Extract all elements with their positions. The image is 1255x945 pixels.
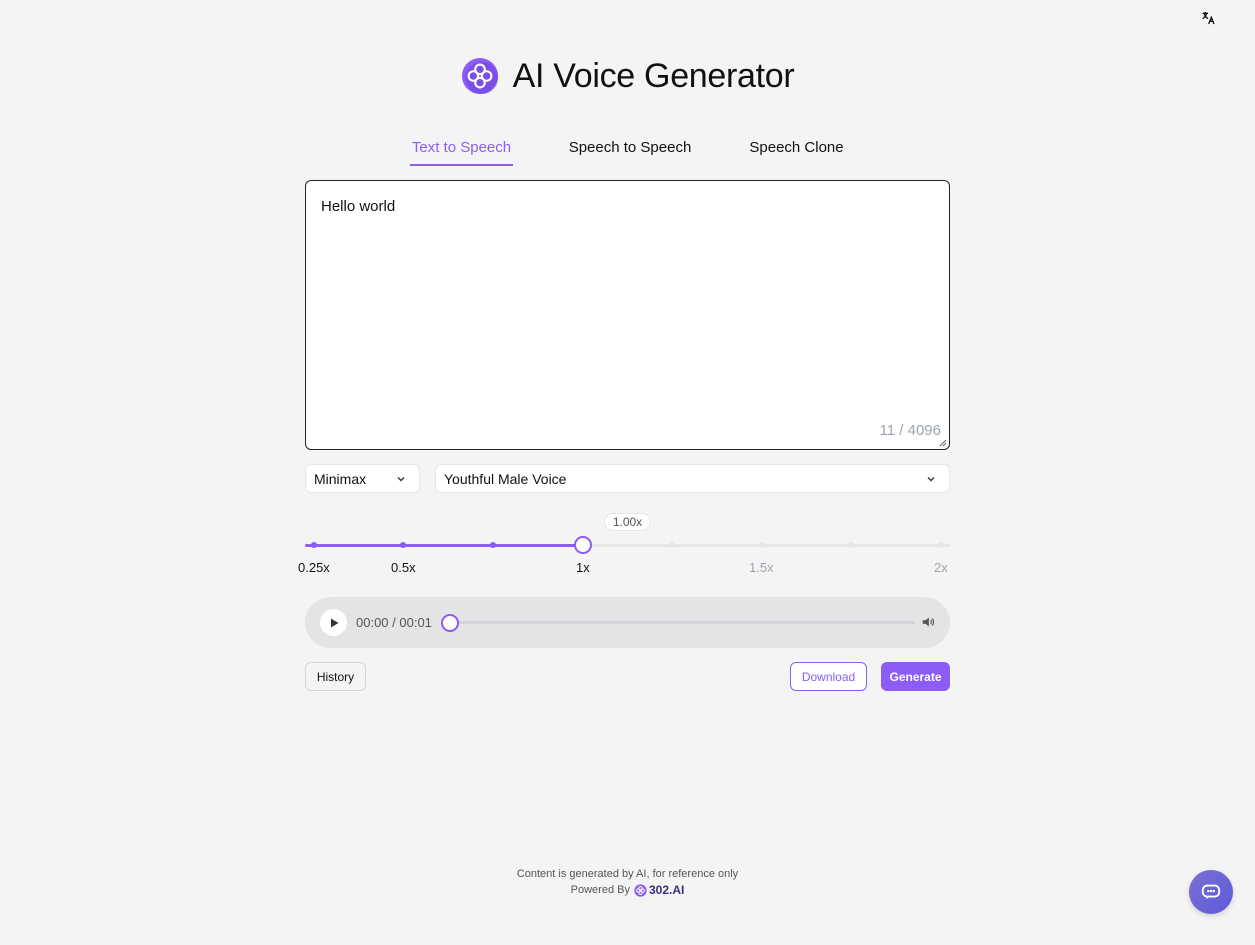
- character-counter: 11 / 4096: [879, 422, 941, 439]
- voice-select-value: Youthful Male Voice: [444, 470, 567, 487]
- provider-select[interactable]: Minimax: [305, 464, 420, 493]
- speed-step-dot: [490, 542, 496, 548]
- speed-step-dot: [759, 542, 765, 548]
- playback-time: 00:00 / 00:01: [356, 615, 432, 630]
- history-button[interactable]: History: [305, 662, 366, 691]
- app-title: AI Voice Generator: [512, 56, 795, 95]
- play-button[interactable]: [320, 609, 347, 636]
- download-button[interactable]: Download: [790, 662, 867, 691]
- play-icon: [330, 618, 338, 627]
- speed-step-dot: [669, 542, 675, 548]
- logo-icon: [461, 57, 498, 95]
- generate-button[interactable]: Generate: [881, 662, 950, 691]
- chat-button[interactable]: [1189, 870, 1233, 914]
- speed-track-fill: [305, 544, 583, 547]
- tab-speech-clone[interactable]: Speech Clone: [746, 137, 847, 164]
- speed-step-dot: [938, 542, 944, 548]
- app-header: AI Voice Generator: [0, 56, 1255, 96]
- speed-slider[interactable]: 1.00x 0.25x 0.5x 1x 1.5x 2x: [298, 510, 950, 580]
- ai-disclaimer: Content is generated by AI, for referenc…: [516, 868, 739, 880]
- speed-tick-label: 0.25x: [298, 560, 330, 575]
- chevron-down-icon: [927, 477, 935, 482]
- playback-progress-track[interactable]: [450, 621, 915, 624]
- footer: Content is generated by AI, for referenc…: [0, 866, 1255, 898]
- brand-link[interactable]: 302.AI: [634, 882, 684, 898]
- tab-text-to-speech[interactable]: Text to Speech: [410, 137, 513, 166]
- tab-speech-to-speech[interactable]: Speech to Speech: [566, 137, 694, 164]
- volume-icon[interactable]: [921, 615, 935, 629]
- powered-by-label: Powered By: [570, 884, 630, 896]
- provider-select-value: Minimax: [314, 470, 367, 487]
- chevron-down-icon: [397, 477, 405, 482]
- brand-logo-icon: [634, 883, 647, 897]
- powered-by: Powered By 302.AI: [0, 882, 1255, 898]
- resize-handle[interactable]: [939, 439, 947, 447]
- speed-tick-label: 0.5x: [391, 560, 416, 575]
- audio-player: 00:00 / 00:01: [305, 597, 950, 648]
- playback-progress-thumb[interactable]: [441, 614, 459, 632]
- brand-name: 302.AI: [648, 883, 685, 897]
- speed-step-dot: [848, 542, 854, 548]
- speed-step-dot: [311, 542, 317, 548]
- speed-slider-thumb[interactable]: [574, 536, 592, 554]
- text-input[interactable]: Hello world 11 / 4096: [305, 180, 950, 450]
- speed-step-dot: [400, 542, 406, 548]
- voice-select[interactable]: Youthful Male Voice: [435, 464, 950, 493]
- speed-tick-label: 1.5x: [749, 560, 774, 575]
- text-input-value: Hello world: [321, 198, 396, 215]
- chat-icon: [1201, 884, 1221, 900]
- speed-value-label: 1.00x: [604, 513, 651, 531]
- translate-icon[interactable]: [1198, 8, 1218, 28]
- speed-tick-label: 1x: [576, 560, 590, 575]
- speed-tick-label: 2x: [934, 560, 948, 575]
